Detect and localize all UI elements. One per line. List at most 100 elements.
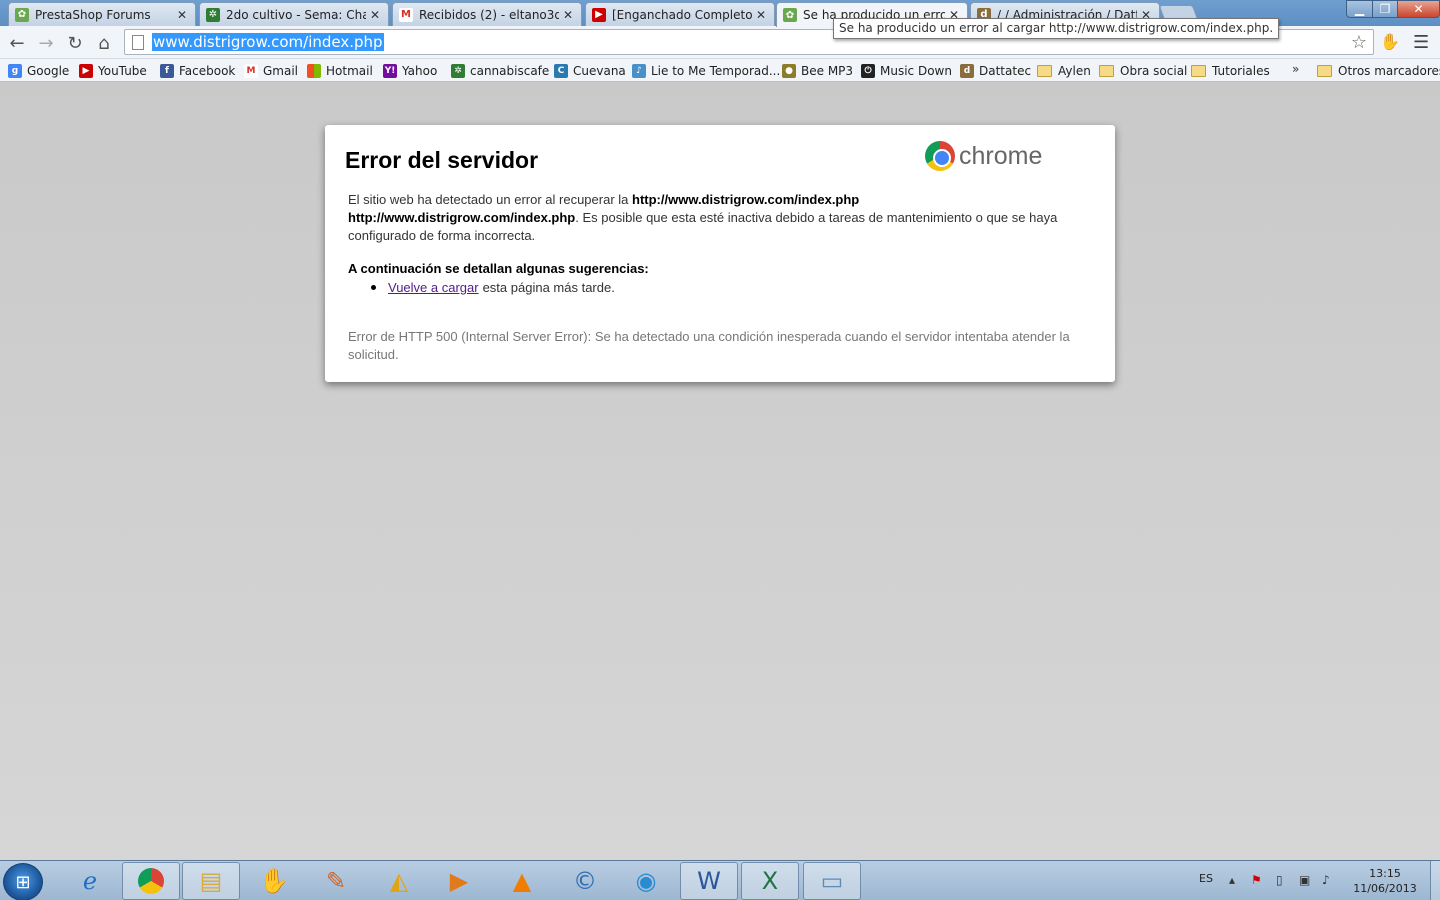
reload-suffix: esta página más tarde. [482,280,615,295]
close-icon[interactable]: ✕ [563,8,575,22]
tab-label: 2do cultivo - Sema: Chass [226,7,366,22]
folder-icon [1037,65,1052,77]
taskbar-app-pencil[interactable]: ✎ [307,862,365,900]
bee-icon: ● [782,64,796,78]
show-desktop-button[interactable] [1430,861,1440,900]
home-button[interactable]: ⌂ [92,31,116,55]
bookmark-gmail[interactable]: M Gmail [244,62,298,80]
close-icon[interactable]: ✕ [756,8,768,22]
back-arrow-icon: ← [9,32,25,54]
facebook-icon: f [160,64,174,78]
forward-button[interactable]: → [34,31,58,55]
windows-icon [307,64,321,78]
excel-icon: X [761,867,779,895]
bookmarks-bar: g Google ▶ YouTube f Facebook M Gmail Hotmai… [0,59,1440,82]
extension-icon[interactable]: ✋ [1380,32,1402,52]
reload-link[interactable]: Vuelve a cargar [388,280,479,295]
bookmarks-overflow-button[interactable]: » [1292,62,1299,76]
bookmark-music-down[interactable]: ⏻ Music Down [861,62,952,80]
taskbar-internet-explorer[interactable]: ℯ [61,862,119,900]
windows-taskbar: ⊞ ℯ ▤ ✋ ✎ ◭ ▶ ▲ © ◉ W X ▭ ES ▴ ⚑ ▯ ▣ ♪ 1… [0,860,1440,900]
maximize-button[interactable]: ❐ [1372,0,1398,18]
bullet-icon [371,285,376,290]
bookmark-dattatec[interactable]: d Dattatec [960,62,1031,80]
tab-gmail[interactable]: M Recibidos (2) - eltano3d@ ✕ [392,2,582,26]
tray-flag-icon[interactable]: ⚑ [1251,873,1262,887]
other-bookmarks-label: Otros marcadores [1338,64,1440,78]
folder-icon [1317,65,1332,77]
tab-label: PrestaShop Forums [35,7,151,22]
bookmark-label: Aylen [1058,64,1091,78]
bookmark-lie-to-me[interactable]: ♪ Lie to Me Temporad... [632,62,780,80]
http-error-detail: Error de HTTP 500 (Internal Server Error… [348,329,1070,362]
tab-prestashop-forums[interactable]: ✿ PrestaShop Forums ✕ [8,2,196,26]
tab-youtube[interactable]: ▶ [Enganchado Completo] I ✕ [585,2,775,26]
close-window-button[interactable]: ✕ [1397,0,1440,18]
description-prefix: El sitio web ha detectado un error al re… [348,192,632,207]
tab-tooltip: Se ha producido un error al cargar http:… [833,18,1280,39]
bird-icon: ♪ [632,64,646,78]
bookmark-google[interactable]: g Google [8,62,69,80]
taskbar-notepad[interactable]: ▭ [803,862,861,900]
address-url[interactable]: www.distrigrow.com/index.php [152,33,384,51]
taskbar-word[interactable]: W [680,862,738,900]
taskbar-chrome[interactable] [122,862,180,900]
start-button[interactable]: ⊞ [3,863,43,900]
prestashop-icon: ✿ [783,8,797,22]
close-icon[interactable]: ✕ [177,8,189,22]
bookmark-label: Gmail [263,64,299,78]
system-clock[interactable]: 13:15 11/06/2013 [1350,866,1420,896]
chrome-icon [138,868,164,894]
taskbar-excel[interactable]: X [741,862,799,900]
language-indicator[interactable]: ES [1199,872,1213,885]
bookmark-label: Obra social [1120,64,1188,78]
bookmark-label: Tutoriales [1212,64,1270,78]
taskbar-app-c[interactable]: © [556,862,614,900]
minimize-button[interactable]: ▁ [1346,0,1373,18]
hand-icon: ✋ [259,867,289,895]
other-bookmarks-folder[interactable]: Otros marcadores [1317,62,1440,80]
bookmark-label: Lie to Me Temporad... [651,64,781,78]
youtube-icon: ▶ [592,7,606,22]
page-title: Error del servidor [345,147,539,173]
gmail-icon: M [399,7,413,22]
bookmark-cuevana[interactable]: C Cuevana [554,62,626,80]
bookmark-yahoo[interactable]: Y! Yahoo [383,62,437,80]
clock-time: 13:15 [1369,867,1401,880]
bookmark-folder-tutoriales[interactable]: Tutoriales [1191,62,1270,80]
reload-button[interactable]: ↻ [63,31,87,55]
page-content: Error del servidor chrome El sitio web h… [0,83,1440,860]
tray-expand-icon[interactable]: ▴ [1229,873,1235,887]
bookmark-facebook[interactable]: f Facebook [160,62,235,80]
bookmark-hotmail[interactable]: Hotmail [307,62,373,80]
bookmark-label: Hotmail [326,64,373,78]
internet-explorer-icon: ℯ [82,867,98,895]
taskbar-vlc[interactable]: ▲ [493,862,551,900]
folder-icon [1191,65,1206,77]
tray-battery-icon[interactable]: ▯ [1276,873,1283,887]
taskbar-explorer[interactable]: ▤ [182,862,240,900]
taskbar-app-bs[interactable]: ◉ [617,862,675,900]
chrome-menu-icon[interactable]: ☰ [1413,32,1433,53]
bookmark-folder-obra-social[interactable]: Obra social [1099,62,1187,80]
taskbar-media-player[interactable]: ▶ [430,862,488,900]
taskbar-app-hand[interactable]: ✋ [245,862,303,900]
folder-icon [1099,65,1114,77]
bookmark-label: Dattatec [979,64,1032,78]
page-icon [132,34,144,50]
bookmark-folder-aylen[interactable]: Aylen [1037,62,1091,80]
bookmark-label: Facebook [179,64,236,78]
bookmark-bee-mp3[interactable]: ● Bee MP3 [782,62,853,80]
bookmark-youtube[interactable]: ▶ YouTube [79,62,147,80]
tray-network-icon[interactable]: ▣ [1299,873,1310,887]
tray-volume-icon[interactable]: ♪ [1322,873,1330,887]
bookmark-cannabiscafe[interactable]: ✲ cannabiscafe [451,62,549,80]
taskbar-app-triangle[interactable]: ◭ [370,862,428,900]
tab-label: Recibidos (2) - eltano3d@ [419,7,559,22]
tab-cultivo[interactable]: ✲ 2do cultivo - Sema: Chass ✕ [199,2,389,26]
yahoo-icon: Y! [383,64,397,78]
back-button[interactable]: ← [5,31,29,55]
close-icon[interactable]: ✕ [370,8,382,22]
bookmark-star-icon[interactable]: ☆ [1351,32,1367,53]
vlc-cone-icon: ▲ [512,867,532,895]
